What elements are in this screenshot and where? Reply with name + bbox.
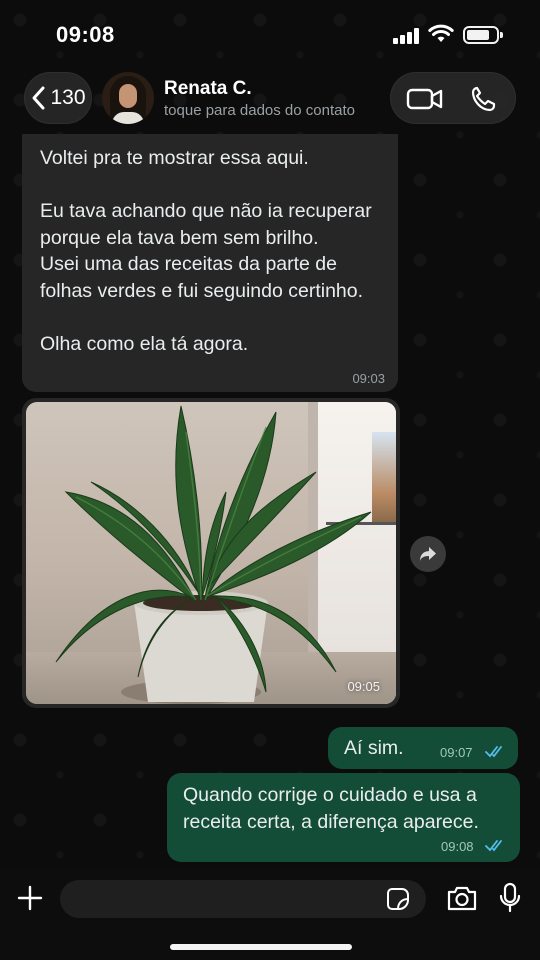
double-check-icon: [485, 840, 502, 852]
status-bar: 09:08: [0, 0, 540, 64]
battery-icon: [463, 26, 503, 44]
outgoing-message-bubble[interactable]: Quando corrige o cuidado e usa a receita…: [167, 773, 520, 862]
message-time: 09:07: [440, 745, 473, 760]
message-text: Quando corrige o cuidado e usa a receita…: [183, 784, 483, 833]
forward-arrow-icon: [420, 547, 436, 561]
wifi-icon: [428, 24, 454, 42]
cellular-signal-icon: [393, 28, 421, 44]
contact-avatar[interactable]: [102, 72, 154, 124]
chat-header: 130 Renata C. toque para dados do contat…: [0, 64, 540, 136]
outgoing-message-bubble[interactable]: Aí sim. 09:07: [328, 727, 518, 769]
unread-count: 130: [50, 86, 86, 109]
plant-photo[interactable]: 09:05: [26, 402, 396, 704]
call-actions: [390, 72, 516, 124]
message-time: 09:03: [352, 371, 385, 386]
video-camera-icon[interactable]: [405, 85, 445, 113]
message-text: Aí sim.: [344, 737, 404, 759]
contact-name[interactable]: Renata C.: [164, 78, 252, 100]
home-indicator[interactable]: [170, 944, 352, 950]
plus-icon[interactable]: [16, 884, 44, 912]
message-time: 09:08: [441, 839, 474, 854]
camera-icon[interactable]: [446, 884, 478, 912]
double-check-icon: [485, 746, 502, 758]
peace-lily-plant-image: [55, 405, 372, 704]
photo-time: 09:05: [347, 679, 380, 694]
forward-button[interactable]: [410, 536, 446, 572]
incoming-message-bubble[interactable]: Voltei pra te mostrar essa aqui. Eu tava…: [22, 134, 398, 392]
message-input[interactable]: [60, 880, 426, 918]
microphone-icon[interactable]: [498, 882, 522, 914]
sticker-icon[interactable]: [386, 887, 410, 911]
phone-icon[interactable]: [467, 85, 503, 113]
contact-subtitle[interactable]: toque para dados do contato: [164, 102, 355, 119]
incoming-photo-message[interactable]: 09:05: [22, 398, 400, 708]
back-button[interactable]: 130: [24, 72, 92, 124]
message-text: Voltei pra te mostrar essa aqui. Eu tava…: [40, 147, 372, 355]
message-input-bar: [0, 870, 540, 960]
chevron-left-icon: [32, 86, 45, 110]
status-time: 09:08: [56, 22, 115, 47]
